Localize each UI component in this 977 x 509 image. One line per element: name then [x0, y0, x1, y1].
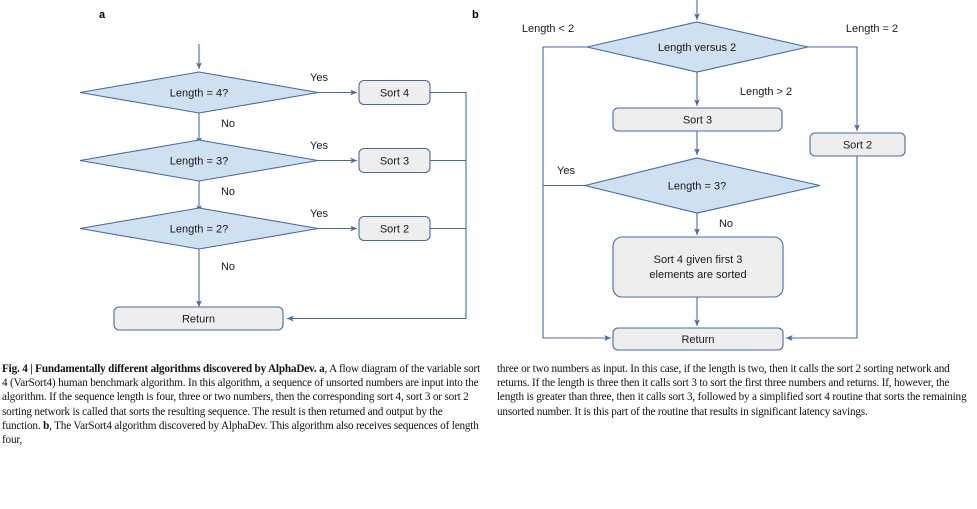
b-decision-length-versus-2-label: Length versus 2	[658, 42, 736, 54]
panel-a-label: a	[99, 9, 106, 21]
b-process-sort-3-label: Sort 3	[683, 115, 712, 127]
a-no-1-label: No	[221, 118, 235, 130]
b-decision-length-3: Length = 3?	[584, 157, 821, 214]
b-length-lt-2-edge	[542, 46, 611, 341]
b-length-lt-2-label: Length < 2	[522, 23, 574, 35]
b-length-eq-2-label: Length = 2	[846, 23, 898, 35]
b-decision-length-versus-2: Length versus 2	[586, 21, 809, 73]
a-process-sort-3: Sort 3	[358, 147, 431, 174]
b-yes-label: Yes	[557, 165, 575, 177]
a-process-return: Return	[113, 306, 284, 331]
b-process-return: Return	[612, 327, 784, 351]
b-process-sort-2-label: Sort 2	[843, 140, 872, 152]
a-yes-2-label: Yes	[310, 140, 328, 152]
b-process-sort-4-given: Sort 4 given first 3 elements are sorted	[612, 236, 784, 298]
caption-right-text: three or two numbers as input. In this c…	[497, 363, 967, 418]
a-process-sort-3-label: Sort 3	[380, 156, 409, 168]
a-process-sort-2-label: Sort 2	[380, 224, 409, 236]
figure-caption: Fig. 4 | Fundamentally different algorit…	[0, 362, 977, 509]
a-process-sort-4: Sort 4	[358, 79, 431, 106]
a-process-sort-2: Sort 2	[358, 215, 431, 242]
a-decision-length-3-label: Length = 3?	[170, 156, 228, 168]
a-process-sort-4-label: Sort 4	[380, 88, 409, 100]
a-decision-length-3: Length = 3?	[79, 139, 319, 182]
b-no-label: No	[719, 218, 733, 230]
a-decision-length-2-label: Length = 2?	[170, 224, 228, 236]
flowchart-svg: a Length = 4? Yes No Length = 3? Yes No …	[79, 0, 906, 351]
a-sort4-return-edge	[287, 91, 467, 322]
b-process-return-label: Return	[681, 334, 714, 346]
a-yes-3-label: Yes	[310, 208, 328, 220]
a-no-3-label: No	[221, 261, 235, 273]
a-decision-length-4-label: Length = 4?	[170, 88, 228, 100]
caption-right-column: three or two numbers as input. In this c…	[497, 362, 975, 419]
a-process-return-label: Return	[182, 314, 215, 326]
caption-title: Fig. 4 | Fundamentally different algorit…	[2, 363, 317, 375]
b-process-sort-3: Sort 3	[612, 107, 783, 132]
b-process-sort-2: Sort 2	[809, 132, 906, 157]
b-length-eq-2-edge	[808, 46, 860, 131]
a-yes-1-label: Yes	[310, 72, 328, 84]
a-decision-length-4: Length = 4?	[79, 71, 319, 114]
a-decision-length-2: Length = 2?	[79, 207, 319, 250]
caption-left-text-2: , The VarSort4 algorithm discovered by A…	[2, 419, 479, 447]
b-decision-length-3-label: Length = 3?	[668, 181, 726, 193]
caption-left-column: Fig. 4 | Fundamentally different algorit…	[2, 362, 480, 447]
b-length-gt-2-label: Length > 2	[740, 86, 792, 98]
b-process-sort-4-given-label-line1: Sort 4 given first 3	[654, 254, 743, 266]
a-no-2-label: No	[221, 186, 235, 198]
panel-b-label: b	[472, 9, 479, 21]
b-process-sort-4-given-label-line2: elements are sorted	[649, 269, 746, 281]
figure-diagram-area: a Length = 4? Yes No Length = 3? Yes No …	[0, 0, 977, 360]
